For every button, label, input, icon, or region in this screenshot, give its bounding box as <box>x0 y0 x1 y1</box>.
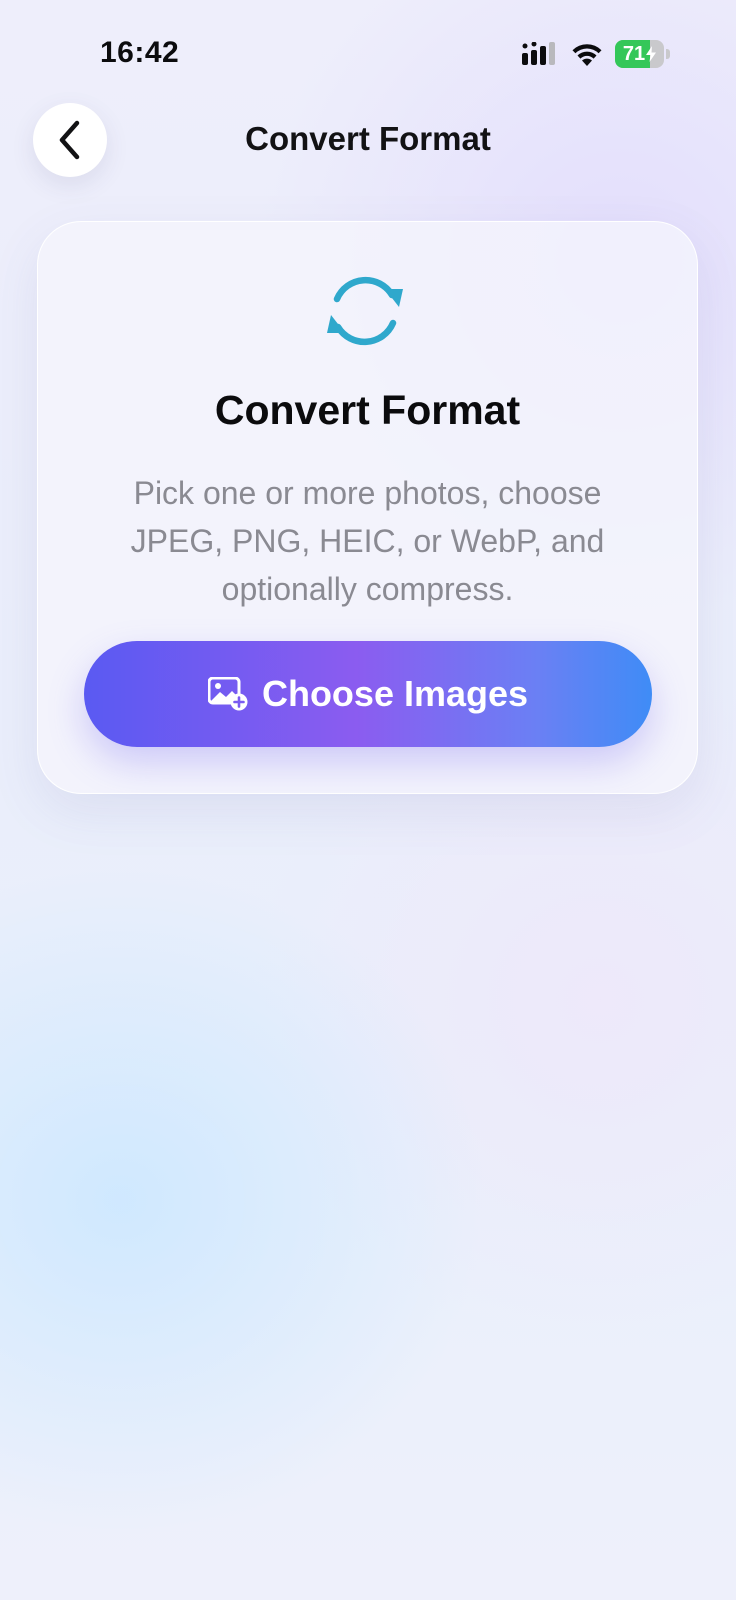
bolt-icon <box>646 46 657 62</box>
page-title: Convert Format <box>245 120 491 157</box>
wifi-icon <box>572 44 602 66</box>
battery-charging-icon: 71 <box>615 40 670 68</box>
status-bar: 16:42 71 <box>0 0 736 100</box>
status-time: 16:42 <box>100 36 180 69</box>
card-description: Pick one or more photos, choose JPEG, PN… <box>130 475 605 607</box>
cellular-signal-icon <box>522 42 555 65</box>
card-title: Convert Format <box>214 387 521 433</box>
convert-card: Convert Format Pick one or more photos, … <box>37 221 698 794</box>
convert-arrows-icon <box>327 276 403 346</box>
choose-images-label: Choose Images <box>261 673 529 714</box>
battery-level: 71 <box>622 42 646 65</box>
photo-add-icon <box>207 677 248 711</box>
choose-images-button[interactable]: Choose Images <box>84 641 652 747</box>
